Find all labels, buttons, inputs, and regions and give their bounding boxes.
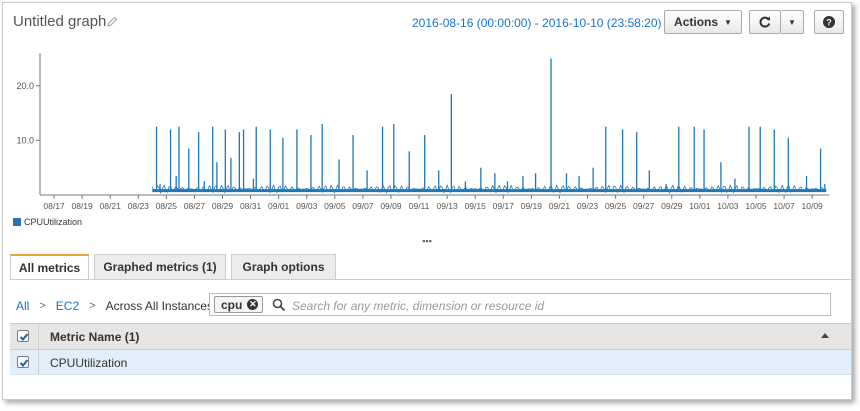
tab-graph-options[interactable]: Graph options xyxy=(231,254,336,279)
table-header: Metric Name (1) xyxy=(10,323,851,350)
panel-resize-handle[interactable]: ▪▪▪ xyxy=(3,237,851,246)
column-divider xyxy=(38,324,39,349)
tab-all-metrics[interactable]: All metrics xyxy=(10,254,89,280)
x-tick-label: 08/31 xyxy=(240,201,262,211)
x-tick-label: 08/21 xyxy=(100,201,122,211)
tab-divider xyxy=(10,279,851,280)
x-tick-label: 09/29 xyxy=(661,201,683,211)
x-tick-label: 09/17 xyxy=(493,201,515,211)
x-tick-label: 10/07 xyxy=(773,201,795,211)
x-tick-label: 09/21 xyxy=(549,201,571,211)
torn-edge-decoration xyxy=(3,378,851,399)
x-tick-label: 08/17 xyxy=(43,201,65,211)
date-range-label: 2016-08-16 (00:00:00) - 2016-10-10 (23:5… xyxy=(412,16,662,30)
chevron-down-icon: ▼ xyxy=(788,17,796,27)
x-tick-label: 09/25 xyxy=(605,201,627,211)
graph-title[interactable]: Untitled graph xyxy=(13,13,106,30)
x-tick-label: 09/11 xyxy=(409,201,430,211)
x-tick-label: 08/25 xyxy=(156,201,178,211)
sort-ascending-icon[interactable] xyxy=(821,333,829,338)
actions-button[interactable]: Actions ▼ xyxy=(664,10,742,34)
x-tick-label: 09/27 xyxy=(633,201,655,211)
x-tick-label: 09/13 xyxy=(436,201,458,211)
x-tick-label: 09/23 xyxy=(577,201,599,211)
legend-label: CPUUtilization xyxy=(24,217,83,227)
x-tick-label: 09/15 xyxy=(465,201,487,211)
x-tick-label: 09/01 xyxy=(268,201,290,211)
search-input[interactable] xyxy=(290,295,824,316)
breadcrumb-separator: > xyxy=(89,300,96,312)
x-tick-label: 08/27 xyxy=(184,201,206,211)
x-tick-label: 10/09 xyxy=(802,201,824,211)
metric-search-box[interactable]: cpu ✕ xyxy=(209,293,831,316)
breadcrumb-across-all-instances: Across All Instances xyxy=(105,299,213,313)
breadcrumb-all[interactable]: All xyxy=(16,299,29,313)
cloudwatch-graph-panel: Untitled graph 2016-08-16 (00:00:00) - 2… xyxy=(2,2,852,400)
svg-text:?: ? xyxy=(826,18,832,28)
x-tick-label: 09/19 xyxy=(521,201,543,211)
pencil-icon[interactable] xyxy=(106,16,118,28)
refresh-options-button[interactable]: ▼ xyxy=(781,10,804,34)
x-tick-label: 09/07 xyxy=(352,201,374,211)
x-tick-label: 10/01 xyxy=(689,201,711,211)
column-header-metric-name[interactable]: Metric Name (1) xyxy=(50,330,139,344)
search-icon xyxy=(272,298,286,312)
help-icon: ? xyxy=(823,16,835,28)
date-range-selector[interactable]: 2016-08-16 (00:00:00) - 2016-10-10 (23:5… xyxy=(412,16,673,30)
x-tick-label: 09/03 xyxy=(296,201,318,211)
search-token-label: cpu xyxy=(221,297,243,312)
x-tick-label: 08/19 xyxy=(71,201,93,211)
x-tick-label: 08/29 xyxy=(212,201,234,211)
refresh-button[interactable] xyxy=(749,10,781,34)
tab-graphed-metrics[interactable]: Graphed metrics (1) xyxy=(94,254,226,279)
legend-swatch xyxy=(13,218,21,226)
x-tick-label: 09/05 xyxy=(324,201,346,211)
breadcrumb-separator: > xyxy=(39,300,46,312)
breadcrumb-ec2[interactable]: EC2 xyxy=(56,299,79,313)
y-tick-label: 20.0 xyxy=(16,81,34,91)
breadcrumb: All > EC2 > Across All Instances xyxy=(16,299,213,313)
chevron-down-icon: ▼ xyxy=(724,17,732,27)
x-tick-label: 09/09 xyxy=(380,201,402,211)
x-tick-label: 08/23 xyxy=(128,201,150,211)
select-all-checkbox[interactable] xyxy=(17,330,29,342)
refresh-icon xyxy=(759,16,771,28)
x-tick-label: 10/03 xyxy=(717,201,739,211)
column-divider xyxy=(38,350,39,374)
close-icon[interactable]: ✕ xyxy=(247,299,259,310)
table-row[interactable]: CPUUtilization xyxy=(10,350,851,375)
search-token[interactable]: cpu ✕ xyxy=(214,296,264,313)
metric-name-cell: CPUUtilization xyxy=(50,356,128,370)
y-tick-label: 10.0 xyxy=(16,135,34,145)
actions-label: Actions xyxy=(674,15,719,29)
chart-legend[interactable]: CPUUtilization xyxy=(13,217,82,227)
row-checkbox[interactable] xyxy=(17,356,29,368)
cpu-utilization-chart: 10.0 20.0 08/17 08/19 08/21 08/23 08/25 08/27 08… xyxy=(16,53,829,211)
x-tick-label: 10/05 xyxy=(745,201,767,211)
help-button[interactable]: ? xyxy=(814,10,844,34)
